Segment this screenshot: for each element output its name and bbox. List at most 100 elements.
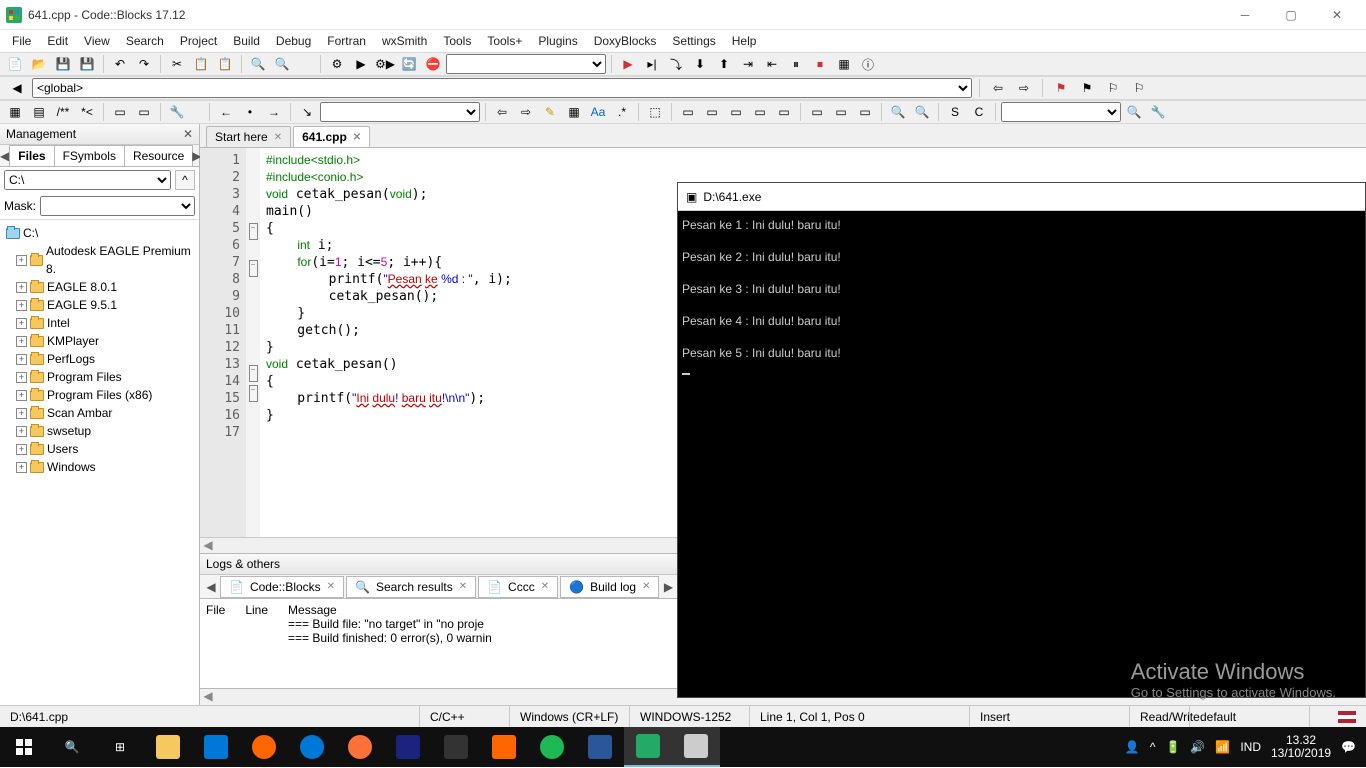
tree-node[interactable]: +Windows — [2, 458, 197, 476]
rect5-icon[interactable]: ▭ — [773, 102, 795, 122]
case-icon[interactable]: Aa — [587, 102, 609, 122]
replace-icon[interactable]: 🔍 — [271, 54, 293, 74]
menu-build[interactable]: Build — [225, 32, 268, 50]
tree-node[interactable]: +Intel — [2, 314, 197, 332]
highlight-icon[interactable]: ✎ — [539, 102, 561, 122]
close-button[interactable]: ✕ — [1314, 0, 1360, 30]
system-tray[interactable]: 👤 ^ 🔋 🔊 📶 IND 13.3213/10/2019 💬 — [1115, 734, 1366, 760]
notifications-icon[interactable]: 💬 — [1341, 740, 1356, 754]
store-icon[interactable] — [192, 727, 240, 767]
clock[interactable]: 13.3213/10/2019 — [1271, 734, 1331, 760]
console-window[interactable]: ▣ D:\641.exe Pesan ke 1 : Ini dulu! baru… — [677, 182, 1366, 698]
find-icon[interactable]: 🔍 — [247, 54, 269, 74]
maximize-button[interactable]: ▢ — [1268, 0, 1314, 30]
menu-tools+[interactable]: Tools+ — [479, 32, 530, 50]
menu-help[interactable]: Help — [724, 32, 765, 50]
target-select[interactable] — [446, 54, 606, 74]
jump-select[interactable] — [320, 102, 480, 122]
prev-bookmark-icon[interactable]: ⇦ — [987, 78, 1009, 98]
lang-indicator[interactable]: IND — [1240, 740, 1261, 754]
logtab-search[interactable]: 🔍 Search results ✕ — [346, 576, 476, 598]
mail-icon[interactable] — [432, 727, 480, 767]
step-instr-icon[interactable]: ⇤ — [761, 54, 783, 74]
console-titlebar[interactable]: ▣ D:\641.exe — [678, 183, 1365, 211]
c-icon[interactable]: C — [968, 102, 990, 122]
next-bookmark-icon[interactable]: ⇨ — [1013, 78, 1035, 98]
paste-icon[interactable]: 📋 — [214, 54, 236, 74]
edge-icon[interactable] — [288, 727, 336, 767]
volume-icon[interactable]: 🔊 — [1190, 740, 1205, 754]
battery-icon[interactable]: 🔋 — [1165, 740, 1180, 754]
firefox-icon[interactable] — [336, 727, 384, 767]
tree-node[interactable]: C:\ — [2, 224, 197, 242]
uc-icon[interactable] — [240, 727, 288, 767]
logtabs-left-icon[interactable]: ◀ — [204, 580, 218, 594]
panel-close-icon[interactable]: ✕ — [183, 127, 193, 141]
arrow-left-icon[interactable]: ⇦ — [491, 102, 513, 122]
debug-windows-icon[interactable]: ▦ — [833, 54, 855, 74]
break-icon[interactable]: ⏸ — [785, 54, 807, 74]
nav-fwd-icon[interactable]: → — [263, 102, 285, 122]
tree-node[interactable]: +EAGLE 8.0.1 — [2, 278, 197, 296]
tree-node[interactable]: +Autodesk EAGLE Premium 8. — [2, 242, 197, 278]
tree-node[interactable]: +Program Files — [2, 368, 197, 386]
open-file-icon[interactable]: 📂 — [28, 54, 50, 74]
editor-tab[interactable]: Start here✕ — [206, 126, 291, 147]
minimize-button[interactable]: ─ — [1222, 0, 1268, 30]
next-instr-icon[interactable]: ⇥ — [737, 54, 759, 74]
comment-block-icon[interactable]: ▦ — [4, 102, 26, 122]
s-icon[interactable]: S — [944, 102, 966, 122]
rect6-icon[interactable]: ▭ — [806, 102, 828, 122]
doxy-html-icon[interactable]: ▭ — [133, 102, 155, 122]
mixer-icon[interactable] — [384, 727, 432, 767]
text-icon[interactable]: ▦ — [563, 102, 585, 122]
tree-node[interactable]: +Scan Ambar — [2, 404, 197, 422]
jump-icon[interactable]: ↘ — [296, 102, 318, 122]
word-icon[interactable] — [576, 727, 624, 767]
menu-tools[interactable]: Tools — [435, 32, 479, 50]
tab-files[interactable]: Files — [9, 145, 54, 166]
run-icon[interactable]: ▶ — [350, 54, 372, 74]
console-task-icon[interactable] — [672, 727, 720, 767]
menu-file[interactable]: File — [4, 32, 39, 50]
step-into-icon[interactable]: ⬇ — [689, 54, 711, 74]
copy-icon[interactable]: 📋 — [190, 54, 212, 74]
select-icon[interactable]: ⬚ — [644, 102, 666, 122]
doxy-star-icon[interactable]: *< — [76, 102, 98, 122]
mask-select[interactable] — [40, 196, 195, 216]
wrench2-icon[interactable]: 🔧 — [1147, 102, 1169, 122]
rect4-icon[interactable]: ▭ — [749, 102, 771, 122]
comment-line-icon[interactable]: ▤ — [28, 102, 50, 122]
fortran-select[interactable] — [1001, 102, 1121, 122]
drive-select[interactable]: C:\ — [4, 170, 171, 190]
nav-back-icon[interactable]: ← — [215, 102, 237, 122]
logtabs-right-icon[interactable]: ▶ — [661, 580, 675, 594]
arrow-right-icon[interactable]: ⇨ — [515, 102, 537, 122]
scope-select[interactable]: <global> — [32, 78, 972, 98]
rect3-icon[interactable]: ▭ — [725, 102, 747, 122]
tree-node[interactable]: +Program Files (x86) — [2, 386, 197, 404]
step-over-icon[interactable]: ⤵ — [665, 54, 687, 74]
menu-doxyblocks[interactable]: DoxyBlocks — [586, 32, 665, 50]
run-to-cursor-icon[interactable]: ▸| — [641, 54, 663, 74]
search-small-icon[interactable]: 🔍 — [1123, 102, 1145, 122]
stop-debug-icon[interactable]: ⏹ — [809, 54, 831, 74]
menu-wxsmith[interactable]: wxSmith — [374, 32, 435, 50]
flag-set-icon[interactable]: ⚑ — [1076, 78, 1098, 98]
step-out-icon[interactable]: ⬆ — [713, 54, 735, 74]
debug-start-icon[interactable]: ▶ — [617, 54, 639, 74]
tree-node[interactable]: +EAGLE 9.5.1 — [2, 296, 197, 314]
logtab-cccc[interactable]: 📄 Cccc ✕ — [478, 576, 558, 598]
start-button[interactable] — [0, 727, 48, 767]
redo-icon[interactable]: ↷ — [133, 54, 155, 74]
menu-project[interactable]: Project — [172, 32, 225, 50]
up-folder-button[interactable]: ^ — [175, 170, 195, 190]
menu-plugins[interactable]: Plugins — [530, 32, 585, 50]
tray-up-icon[interactable]: ^ — [1150, 740, 1156, 754]
logtab-codeblocks[interactable]: 📄 Code::Blocks ✕ — [220, 576, 344, 598]
tab-fsymbols[interactable]: FSymbols — [54, 145, 125, 166]
explorer-icon[interactable] — [144, 727, 192, 767]
doxy-slash-icon[interactable]: /** — [52, 102, 74, 122]
save-all-icon[interactable]: 💾 — [76, 54, 98, 74]
vlc-icon[interactable] — [480, 727, 528, 767]
